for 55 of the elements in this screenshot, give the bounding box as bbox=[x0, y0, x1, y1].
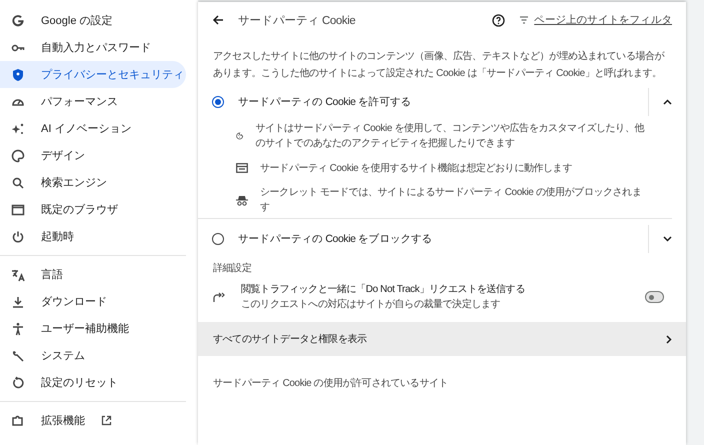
chevron-up-icon[interactable] bbox=[663, 99, 672, 105]
radio-button[interactable] bbox=[212, 233, 224, 245]
shield-icon bbox=[11, 68, 25, 82]
chevron-down-icon[interactable] bbox=[663, 236, 672, 242]
sidebar-item[interactable]: 既定のブラウザ bbox=[0, 196, 186, 223]
page-title: サードパーティ Cookie bbox=[238, 14, 356, 28]
window-icon bbox=[236, 163, 248, 173]
sidebar-item[interactable]: 設定のリセット bbox=[0, 369, 186, 396]
back-arrow-icon[interactable] bbox=[212, 14, 224, 26]
palette-icon bbox=[11, 148, 25, 162]
sidebar-item[interactable]: デザイン bbox=[0, 142, 186, 169]
section-heading: 詳細設定 bbox=[212, 262, 252, 276]
chevron-right-icon bbox=[666, 334, 672, 344]
sparkle-icon bbox=[11, 122, 25, 136]
double-arrow-icon bbox=[213, 291, 227, 303]
incognito-icon bbox=[236, 194, 248, 206]
power-icon bbox=[11, 230, 25, 244]
sidebar-item[interactable]: Google の設定 bbox=[0, 7, 186, 34]
sidebar-item[interactable]: 言語 bbox=[0, 261, 186, 288]
google-g-icon bbox=[11, 14, 25, 28]
section-heading: サードパーティ Cookie の使用が許可されているサイト bbox=[212, 376, 450, 390]
sidebar-item[interactable]: パフォーマンス bbox=[0, 88, 186, 115]
toggle-switch[interactable] bbox=[645, 291, 664, 303]
cookie-icon bbox=[236, 130, 244, 142]
radio-button[interactable] bbox=[212, 96, 224, 108]
sidebar-item[interactable]: ユーザー補助機能 bbox=[0, 315, 186, 342]
filter-link[interactable]: ページ上のサイトをフィルタ bbox=[534, 13, 672, 27]
filter-icon bbox=[519, 16, 530, 24]
download-icon bbox=[11, 294, 25, 308]
search-icon bbox=[11, 176, 25, 190]
option-label: サードパーティの Cookie を許可する bbox=[238, 95, 412, 109]
detail-text: サードパーティ Cookie を使用するサイト機能は想定どおりに動作します bbox=[260, 162, 572, 176]
site-data-link-row[interactable]: すべてのサイトデータと権限を表示 bbox=[198, 322, 686, 356]
puzzle-icon bbox=[11, 414, 25, 428]
sidebar-item[interactable]: AI イノベーション bbox=[0, 115, 186, 142]
wrench-icon bbox=[11, 348, 25, 362]
sidebar-item[interactable]: ダウンロード bbox=[0, 288, 186, 315]
sidebar-item[interactable]: システム bbox=[0, 342, 186, 369]
setting-description: このリクエストへの対応はサイトが自らの裁量で決定します bbox=[241, 298, 502, 312]
translate-icon bbox=[11, 268, 25, 282]
browser-window-icon bbox=[11, 202, 25, 216]
detail-text: シークレット モードでは、サイトによるサードパーティ Cookie の使用がブロックされます bbox=[260, 186, 642, 215]
help-icon[interactable] bbox=[492, 14, 506, 26]
reset-icon bbox=[11, 376, 25, 390]
detail-text: サイトはサードパーティ Cookie を使用して、コンテンツや広告をカスタマイズしたり、他のサイトでのあなたのアクティビティを把握したりできます bbox=[255, 122, 646, 151]
sidebar-item[interactable]: 検索エンジン bbox=[0, 169, 186, 196]
sidebar-item[interactable]: プライバシーとセキュリティ bbox=[0, 61, 186, 88]
sidebar-item[interactable]: 起動時 bbox=[0, 223, 186, 250]
sidebar-item[interactable]: 拡張機能 bbox=[0, 407, 186, 434]
accessibility-icon bbox=[11, 322, 25, 336]
option-label: サードパーティの Cookie をブロックする bbox=[238, 232, 434, 246]
external-link-icon bbox=[101, 415, 112, 426]
setting-title: 閲覧トラフィックと一緒に「Do Not Track」リクエストを送信する bbox=[241, 282, 526, 297]
sidebar-item[interactable]: 自動入力とパスワード bbox=[0, 34, 186, 61]
description-text: アクセスしたサイトに他のサイトのコンテンツ（画像、広告、テキストなど）が埋め込まれている場合があります。こうした他のサイトによって設定された Cookie は「サードパーティ Cookie」と呼ばれます。 bbox=[213, 50, 666, 81]
